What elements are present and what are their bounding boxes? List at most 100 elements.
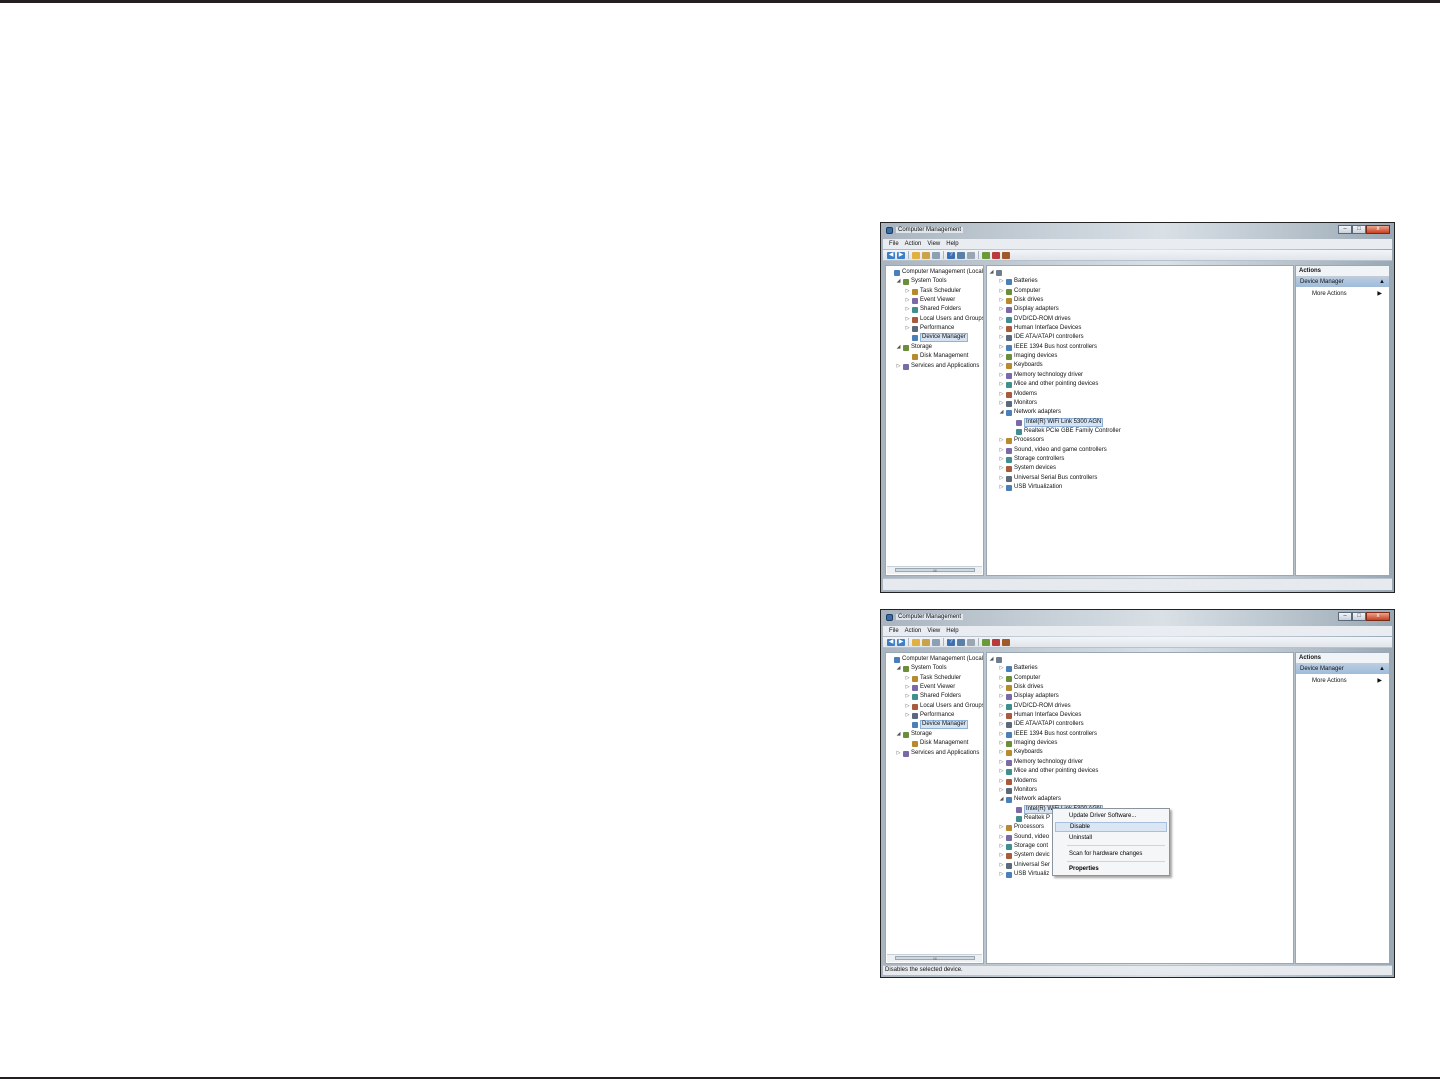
more-actions[interactable]: More Actions ▶ <box>1312 290 1386 299</box>
tree-item[interactable]: ▷ DVD/CD-ROM drives <box>987 702 1293 711</box>
collapsed-arrow-icon[interactable]: ▷ <box>999 720 1004 729</box>
menu-file[interactable]: File <box>889 239 899 249</box>
menu-view[interactable]: View <box>927 239 940 249</box>
collapsed-arrow-icon[interactable]: ▷ <box>905 324 910 333</box>
collapsed-arrow-icon[interactable]: ▷ <box>999 390 1004 399</box>
tree-item[interactable]: ▷ Human Interface Devices <box>987 324 1293 333</box>
tree-item[interactable]: ▷ IEEE 1394 Bus host controllers <box>987 730 1293 739</box>
tree-item[interactable]: ▷ Shared Folders <box>886 305 983 314</box>
collapsed-arrow-icon[interactable]: ▷ <box>896 362 901 371</box>
up-folder-icon[interactable] <box>912 251 920 259</box>
collapsed-arrow-icon[interactable]: ▷ <box>905 296 910 305</box>
collapsed-arrow-icon[interactable]: ▷ <box>999 674 1004 683</box>
collapsed-arrow-icon[interactable]: ▷ <box>999 446 1004 455</box>
tree-item[interactable]: ▷ Disk drives <box>987 296 1293 305</box>
scrollbar-thumb[interactable]: III <box>895 956 975 961</box>
scan-hardware-icon[interactable] <box>967 251 975 259</box>
menu-disable[interactable]: Disable <box>1055 822 1167 832</box>
collapsed-arrow-icon[interactable]: ▷ <box>999 870 1004 879</box>
back-arrow-icon[interactable]: ◀ <box>887 251 895 259</box>
tree-item[interactable]: ▷ Batteries <box>987 664 1293 673</box>
tree-item[interactable]: Computer Management (Local <box>886 268 983 277</box>
tree-item[interactable]: ▷ Task Scheduler <box>886 287 983 296</box>
menu-help[interactable]: Help <box>946 626 958 636</box>
collapsed-arrow-icon[interactable]: ▷ <box>999 277 1004 286</box>
device-tree-root[interactable]: ◢ <box>987 655 1293 664</box>
tree-item[interactable]: ▷ Performance <box>886 711 983 720</box>
maximize-button[interactable]: □ <box>1352 225 1366 234</box>
device-tree-root[interactable]: ◢ <box>987 268 1293 277</box>
tree-item[interactable]: Device Manager <box>886 333 983 343</box>
collapsed-arrow-icon[interactable]: ▷ <box>905 711 910 720</box>
menu-help[interactable]: Help <box>946 239 958 249</box>
tree-item[interactable]: ▷ Memory technology driver <box>987 758 1293 767</box>
tree-item[interactable]: ▷ Performance <box>886 324 983 333</box>
tree-item[interactable]: Disk Management <box>886 352 983 361</box>
tree-item[interactable]: ▷ Shared Folders <box>886 692 983 701</box>
tree-item[interactable]: ▷ Local Users and Groups <box>886 702 983 711</box>
collapsed-arrow-icon[interactable]: ▷ <box>999 305 1004 314</box>
expanded-arrow-icon[interactable]: ◢ <box>989 655 994 664</box>
tree-item[interactable]: ▷ Imaging devices <box>987 352 1293 361</box>
tree-item[interactable]: Disk Management <box>886 739 983 748</box>
console-tree-pane[interactable]: Computer Management (Local ◢ System Tools ▷… <box>885 265 984 576</box>
tree-item[interactable]: Computer Management (Local <box>886 655 983 664</box>
menu-properties[interactable]: Properties <box>1055 864 1167 874</box>
uninstall-device-icon[interactable] <box>1002 251 1010 259</box>
disable-device-icon[interactable] <box>992 638 1000 646</box>
tree-item[interactable]: Realtek PCIe GBE Family Controller <box>987 427 1293 436</box>
collapsed-arrow-icon[interactable]: ▷ <box>999 287 1004 296</box>
collapsed-arrow-icon[interactable]: ▷ <box>905 702 910 711</box>
tree-item[interactable]: ▷ IEEE 1394 Bus host controllers <box>987 343 1293 352</box>
actions-device-manager[interactable]: Device Manager ▲ <box>1296 664 1389 674</box>
help-icon[interactable]: ? <box>947 638 955 646</box>
tree-item[interactable]: ▷ USB Virtualization <box>987 483 1293 492</box>
collapse-up-icon[interactable]: ▲ <box>1379 664 1385 674</box>
collapsed-arrow-icon[interactable]: ▷ <box>999 436 1004 445</box>
tree-item[interactable]: ▷ Human Interface Devices <box>987 711 1293 720</box>
collapsed-arrow-icon[interactable]: ▷ <box>999 324 1004 333</box>
collapsed-arrow-icon[interactable]: ▷ <box>999 474 1004 483</box>
tree-item[interactable]: ▷ Storage controllers <box>987 455 1293 464</box>
collapsed-arrow-icon[interactable]: ▷ <box>999 833 1004 842</box>
tree-item[interactable]: ▷ Mice and other pointing devices <box>987 380 1293 389</box>
collapsed-arrow-icon[interactable]: ▷ <box>999 739 1004 748</box>
view-icon[interactable] <box>957 251 965 259</box>
collapsed-arrow-icon[interactable]: ▷ <box>999 842 1004 851</box>
forward-arrow-icon[interactable]: ▶ <box>897 638 905 646</box>
tree-item[interactable]: ▷ Imaging devices <box>987 739 1293 748</box>
collapsed-arrow-icon[interactable]: ▷ <box>999 767 1004 776</box>
collapsed-arrow-icon[interactable]: ▷ <box>896 749 901 758</box>
collapsed-arrow-icon[interactable]: ▷ <box>999 861 1004 870</box>
tree-item[interactable]: ▷ IDE ATA/ATAPI controllers <box>987 720 1293 729</box>
collapsed-arrow-icon[interactable]: ▷ <box>905 692 910 701</box>
collapsed-arrow-icon[interactable]: ▷ <box>999 748 1004 757</box>
tree-item[interactable]: ▷ Computer <box>987 674 1293 683</box>
expanded-arrow-icon[interactable]: ◢ <box>896 664 901 673</box>
collapsed-arrow-icon[interactable]: ▷ <box>999 352 1004 361</box>
tree-item[interactable]: ▷ Disk drives <box>987 683 1293 692</box>
title-bar[interactable]: Computer Management – □ x <box>883 225 1392 237</box>
close-button[interactable]: x <box>1366 612 1390 621</box>
tree-item[interactable]: ▷ Display adapters <box>987 692 1293 701</box>
collapsed-arrow-icon[interactable]: ▷ <box>905 315 910 324</box>
back-arrow-icon[interactable]: ◀ <box>887 638 895 646</box>
tree-item[interactable]: ▷ Monitors <box>987 786 1293 795</box>
minimize-button[interactable]: – <box>1338 225 1352 234</box>
collapsed-arrow-icon[interactable]: ▷ <box>999 777 1004 786</box>
tree-item[interactable]: ▷ Memory technology driver <box>987 371 1293 380</box>
scrollbar-thumb[interactable]: III <box>895 568 975 573</box>
tree-item[interactable]: ▷ Services and Applications <box>886 749 983 758</box>
tree-item[interactable]: ◢ Network adapters <box>987 408 1293 417</box>
forward-arrow-icon[interactable]: ▶ <box>897 251 905 259</box>
tree-item[interactable]: ▷ Monitors <box>987 399 1293 408</box>
tree-item[interactable]: ▷ IDE ATA/ATAPI controllers <box>987 333 1293 342</box>
tree-item[interactable]: ▷ Batteries <box>987 277 1293 286</box>
close-button[interactable]: x <box>1366 225 1390 234</box>
collapsed-arrow-icon[interactable]: ▷ <box>999 343 1004 352</box>
collapsed-arrow-icon[interactable]: ▷ <box>999 361 1004 370</box>
tree-item[interactable]: Intel(R) WiFi Link 5300 AGN <box>987 417 1293 427</box>
collapsed-arrow-icon[interactable]: ▷ <box>999 455 1004 464</box>
collapsed-arrow-icon[interactable]: ▷ <box>999 730 1004 739</box>
tree-item[interactable]: ◢ System Tools <box>886 277 983 286</box>
